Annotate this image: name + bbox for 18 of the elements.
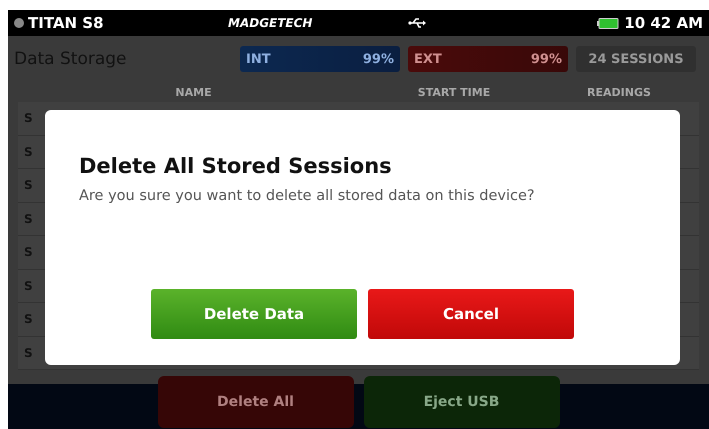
- internal-storage-bar: INT 99%: [240, 46, 400, 72]
- footer-button[interactable]: Delete All: [158, 376, 354, 428]
- battery-icon: [597, 18, 620, 28]
- clock-time: 10 42 AM: [624, 14, 703, 32]
- status-dot-icon: [14, 18, 24, 28]
- dialog-button[interactable]: Cancel: [368, 289, 574, 339]
- external-storage-bar: EXT 99%: [408, 46, 568, 72]
- column-header: START TIME: [416, 86, 492, 98]
- column-header: READINGS: [586, 86, 652, 98]
- usb-icon: [408, 17, 426, 29]
- dialog-title: Delete All Stored Sessions: [79, 154, 393, 178]
- sessions-count: 24 SESSIONS: [576, 46, 696, 72]
- footer-button[interactable]: Eject USB: [364, 376, 560, 428]
- dialog-button[interactable]: Delete Data: [151, 289, 357, 339]
- brand-logo: MADGETECH: [228, 16, 314, 30]
- device-name: TITAN S8: [28, 14, 105, 32]
- dialog-message: Are you sure you want to delete all stored data on this device?: [79, 188, 536, 204]
- column-header: NAME: [174, 86, 213, 98]
